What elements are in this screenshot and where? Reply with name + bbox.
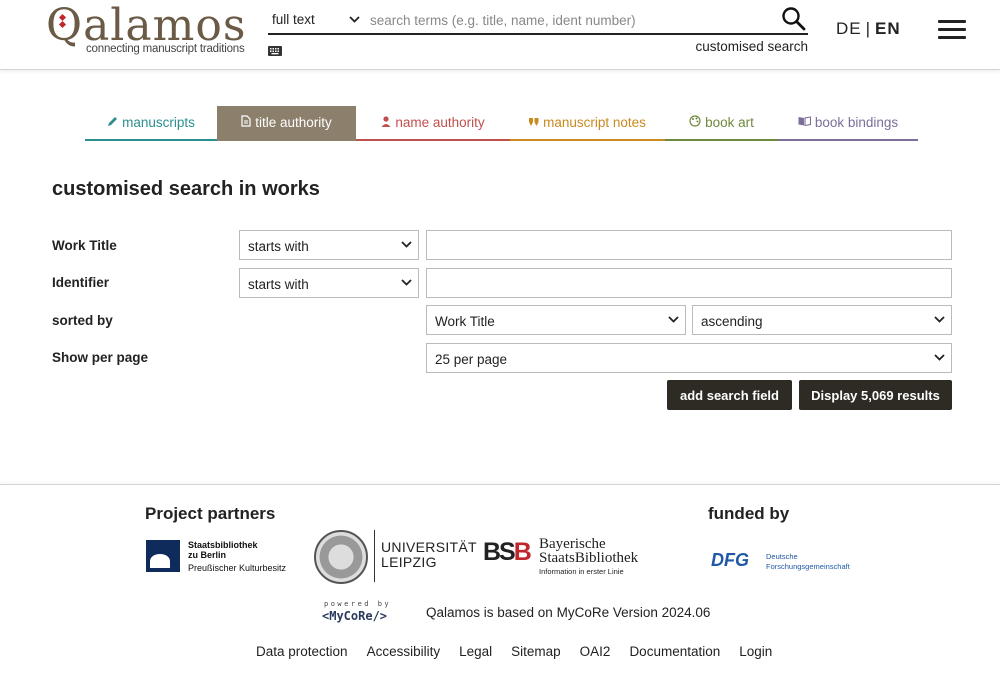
leipzig-seal-icon[interactable] (314, 530, 368, 584)
chevron-down-icon (934, 350, 945, 367)
page-title: customised search in works (52, 178, 320, 200)
partners-heading: Project partners (145, 504, 276, 523)
logo-tagline: connecting manuscript traditions (86, 43, 245, 55)
quote-icon (529, 117, 539, 129)
footer-link-accessibility[interactable]: Accessibility (367, 644, 441, 659)
lang-de-link[interactable]: DE (836, 19, 862, 38)
customised-search-link[interactable]: customised search (695, 39, 808, 54)
tab-book-bindings[interactable]: book bindings (778, 106, 918, 141)
tab-title-authority[interactable]: title authority (217, 106, 356, 141)
leipzig-line2: LEIPZIG (381, 554, 437, 570)
lang-separator: | (865, 19, 872, 38)
lang-en-link[interactable]: EN (875, 19, 901, 38)
bsb-logo-mark[interactable]: BSB (483, 538, 532, 567)
footer-link-sitemap[interactable]: Sitemap (511, 644, 561, 659)
per-page-value: 25 per page (435, 352, 508, 367)
sbb-name: Staatsbibliothek zu Berlin (188, 540, 258, 560)
mycore-version-text: Qalamos is based on MyCoRe Version 2024.… (426, 605, 711, 620)
mycore-logo[interactable]: powered by <MyCoRe/> (322, 600, 406, 624)
tab-label: book bindings (814, 115, 899, 130)
tab-manuscripts[interactable]: manuscripts (85, 106, 217, 141)
search-input[interactable] (370, 9, 770, 31)
dfg-line2: Forschungsgemeinschaft (766, 562, 850, 571)
pencil-icon (107, 116, 118, 130)
footer-link-oai2[interactable]: OAI2 (580, 644, 611, 659)
add-search-field-button[interactable]: add search field (667, 380, 792, 410)
work-title-input[interactable] (426, 230, 952, 260)
chevron-down-icon (349, 9, 360, 39)
sbb-name-line1: Staatsbibliothek (188, 540, 258, 550)
work-title-operator-value: starts with (248, 239, 309, 254)
mycore-wordmark: <MyCoRe/> (322, 609, 388, 623)
tab-label: manuscripts (122, 115, 195, 130)
identifier-operator-value: starts with (248, 277, 309, 292)
search-type-select[interactable]: full text (268, 9, 360, 31)
sort-order-value: ascending (701, 314, 763, 329)
bsb-mark-b: B (513, 538, 532, 566)
identifier-label: Identifier (52, 275, 110, 290)
sbb-logo[interactable]: Staatsbibliothek zu Berlin Preußischer K… (146, 540, 296, 576)
palette-icon (689, 115, 701, 130)
identifier-operator-select[interactable]: starts with (239, 268, 419, 298)
footer-link-data-protection[interactable]: Data protection (256, 644, 348, 659)
footer-link-login[interactable]: Login (739, 644, 772, 659)
sbb-name-line2: zu Berlin (188, 550, 227, 560)
bsb-line1: Bayerische (539, 536, 606, 552)
tab-book-art[interactable]: book art (665, 106, 778, 141)
tab-label: name authority (395, 115, 485, 130)
person-icon (381, 115, 391, 130)
tab-manuscript-notes[interactable]: manuscript notes (510, 106, 665, 141)
sort-field-select[interactable]: Work Title (426, 305, 686, 335)
chevron-down-icon (401, 275, 412, 292)
authority-tabs: manuscripts title authority name authori… (85, 106, 918, 142)
tab-name-authority[interactable]: name authority (356, 106, 510, 141)
tab-label: title authority (255, 115, 332, 130)
bsb-subtitle: Information in erster Linie (539, 567, 624, 576)
tab-label: manuscript notes (543, 115, 646, 130)
site-header: Qalamos connecting manuscript traditions… (0, 0, 1000, 70)
search-bar: full text (268, 4, 808, 35)
funded-heading: funded by (708, 504, 790, 523)
document-icon (241, 115, 251, 130)
dfg-logo-mark[interactable]: DFG (711, 550, 749, 571)
sorted-by-label: sorted by (52, 313, 113, 328)
identifier-input[interactable] (426, 268, 952, 298)
search-icon[interactable] (781, 6, 807, 32)
work-title-label: Work Title (52, 238, 117, 253)
sort-field-value: Work Title (435, 314, 495, 329)
search-type-value: full text (272, 12, 315, 27)
sbb-subtitle: Preußischer Kulturbesitz (188, 563, 287, 573)
sbb-emblem-icon (146, 540, 180, 572)
leipzig-logo-text[interactable]: UNIVERSITÄT LEIPZIG (381, 540, 477, 570)
hamburger-menu-icon[interactable] (938, 20, 966, 40)
leipzig-line1: UNIVERSITÄT (381, 539, 477, 555)
per-page-select[interactable]: 25 per page (426, 343, 952, 373)
bsb-line2: StaatsBibliothek (539, 550, 639, 566)
footer-link-documentation[interactable]: Documentation (629, 644, 720, 659)
chevron-down-icon (934, 312, 945, 329)
keyboard-icon[interactable] (268, 41, 282, 56)
footer-link-legal[interactable]: Legal (459, 644, 492, 659)
bsb-logo-text[interactable]: Bayerische StaatsBibliothek (539, 536, 639, 566)
language-switcher: DE | EN (836, 19, 901, 39)
logo-diamond-icon (58, 13, 67, 35)
book-icon (798, 116, 811, 129)
chevron-down-icon (668, 312, 679, 329)
powered-by-text: powered by (324, 600, 392, 608)
tab-label: book art (705, 115, 754, 130)
leipzig-divider (374, 530, 375, 582)
bsb-mark-bs: BS (483, 538, 516, 566)
dfg-logo-text[interactable]: Deutsche Forschungsgemeinschaft (766, 552, 850, 572)
sort-order-select[interactable]: ascending (692, 305, 952, 335)
work-title-operator-select[interactable]: starts with (239, 230, 419, 260)
per-page-label: Show per page (52, 350, 149, 365)
footer-links: Data protection Accessibility Legal Site… (256, 644, 791, 659)
chevron-down-icon (401, 237, 412, 254)
display-results-button[interactable]: Display 5,069 results (799, 380, 952, 410)
dfg-line1: Deutsche (766, 552, 798, 561)
qalamos-logo[interactable]: Qalamos connecting manuscript traditions (46, 2, 245, 60)
